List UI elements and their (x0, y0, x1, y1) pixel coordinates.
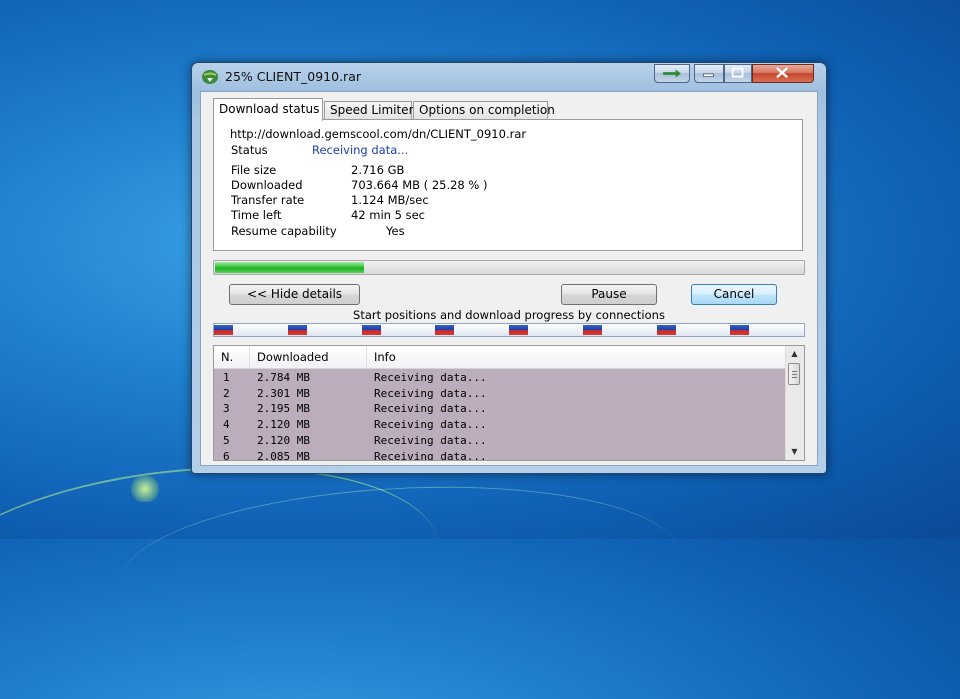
row-number: 6 (223, 449, 230, 461)
file-size-value: 2.716 GB (351, 163, 405, 177)
transfer-rate-label: Transfer rate (231, 193, 305, 207)
connection-segment (656, 325, 676, 335)
row-downloaded: 2.120 MB (257, 418, 310, 432)
resume-capability-value: Yes (386, 224, 405, 238)
row-downloaded: 2.301 MB (257, 386, 310, 400)
list-item[interactable]: 5 2.120 MB Receiving data... (214, 433, 786, 449)
window-title: 25% CLIENT_0910.rar (225, 69, 361, 84)
row-number: 3 (223, 402, 230, 416)
list-rows: 1 2.784 MB Receiving data... 2 2.301 MB Recei… (214, 369, 786, 460)
connection-segment (361, 325, 381, 335)
download-progress-window: 25% CLIENT_0910.rar Download status Spee… (191, 62, 827, 474)
download-progress-fill (215, 262, 364, 273)
download-progress-bar (213, 260, 805, 275)
row-info: Receiving data... (374, 433, 487, 447)
wallpaper-leaf (130, 476, 160, 502)
tab-speed-limiter[interactable]: Speed Limiter (324, 101, 414, 120)
list-item[interactable]: 6 2.085 MB Receiving data... (214, 449, 786, 461)
close-icon (776, 67, 788, 78)
row-info: Receiving data... (374, 386, 487, 400)
scroll-thumb[interactable] (788, 363, 800, 385)
scroll-up-arrow-icon[interactable]: ▲ (786, 346, 803, 362)
row-number: 5 (223, 433, 230, 447)
list-item[interactable]: 2 2.301 MB Receiving data... (214, 386, 786, 402)
hide-details-button[interactable]: << Hide details (229, 284, 360, 305)
download-status-panel: http://download.gemscool.com/dn/CLIENT_0… (213, 119, 803, 251)
row-info: Receiving data... (374, 449, 487, 461)
time-left-value: 42 min 5 sec (351, 208, 425, 222)
connection-segment (435, 325, 455, 335)
connections-list: N. Downloaded Info 1 2.784 MB Receiving da… (213, 345, 805, 461)
minimize-button[interactable] (694, 64, 724, 83)
time-left-label: Time left (231, 208, 282, 222)
status-value: Receiving data... (312, 143, 409, 157)
connection-segment (214, 325, 233, 335)
transfer-rate-value: 1.124 MB/sec (351, 193, 429, 207)
send-to-taskbar-icon (663, 69, 681, 78)
row-number: 2 (223, 386, 230, 400)
pause-button[interactable]: Pause (561, 284, 657, 305)
title-bar[interactable]: 25% CLIENT_0910.rar (192, 63, 826, 91)
scroll-down-arrow-icon[interactable]: ▼ (786, 444, 803, 460)
row-number: 4 (223, 418, 230, 432)
dialog-client-area: Download status Speed Limiter Options on… (200, 91, 818, 466)
list-header: N. Downloaded Info (214, 346, 786, 369)
connections-progress-bar (213, 323, 805, 337)
column-header-downloaded[interactable]: Downloaded (250, 346, 367, 368)
column-header-info[interactable]: Info (367, 346, 788, 368)
downloaded-label: Downloaded (231, 178, 303, 192)
resume-capability-label: Resume capability (231, 224, 337, 238)
status-label: Status (231, 143, 268, 157)
row-number: 1 (223, 371, 230, 384)
row-info: Receiving data... (374, 402, 487, 416)
row-downloaded: 2.120 MB (257, 433, 310, 447)
row-info: Receiving data... (374, 371, 487, 384)
cancel-button[interactable]: Cancel (691, 284, 777, 305)
column-header-n[interactable]: N. (214, 346, 250, 368)
tab-options-on-completion[interactable]: Options on completion (413, 101, 555, 120)
list-item[interactable]: 4 2.120 MB Receiving data... (214, 417, 786, 433)
maximize-button[interactable] (724, 64, 752, 83)
tab-download-status[interactable]: Download status (213, 98, 323, 121)
row-info: Receiving data... (374, 418, 487, 432)
download-url: http://download.gemscool.com/dn/CLIENT_0… (230, 127, 527, 141)
connection-segment (730, 325, 750, 335)
list-item[interactable]: 3 2.195 MB Receiving data... (214, 401, 786, 417)
close-button[interactable] (752, 64, 814, 83)
row-downloaded: 2.085 MB (257, 449, 310, 461)
list-scrollbar[interactable]: ▲ ▼ (785, 346, 804, 460)
idm-globe-icon (202, 70, 218, 84)
connections-label: Start positions and download progress by… (353, 308, 665, 322)
minimize-icon (703, 73, 714, 77)
connection-segment (582, 325, 602, 335)
downloaded-value: 703.664 MB ( 25.28 % ) (351, 178, 488, 192)
row-downloaded: 2.784 MB (257, 371, 310, 384)
connection-segment (287, 325, 307, 335)
row-downloaded: 2.195 MB (257, 402, 310, 416)
list-item[interactable]: 1 2.784 MB Receiving data... (214, 370, 786, 386)
connection-segment (509, 325, 528, 335)
maximize-icon (731, 67, 744, 78)
file-size-label: File size (231, 163, 277, 177)
send-to-taskbar-button[interactable] (654, 64, 690, 83)
